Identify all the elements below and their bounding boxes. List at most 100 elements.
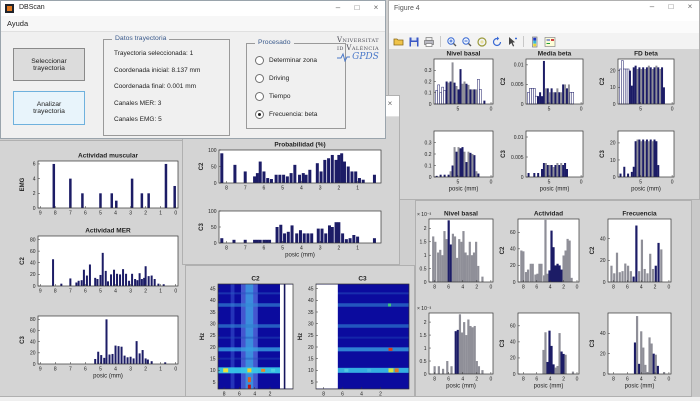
svg-text:6: 6	[447, 377, 450, 383]
radio-icon[interactable]	[255, 74, 264, 83]
close-icon[interactable]: ×	[371, 3, 381, 12]
insert-legend-icon[interactable]	[544, 35, 556, 47]
svg-text:40: 40	[510, 247, 516, 253]
figure4-window: Figure 4 – □ × 00.10.20.350Nivel basal 0…	[388, 0, 700, 200]
seleccionar-trayectoria-button[interactable]: Seleccionar trayectoria	[13, 48, 85, 81]
svg-text:Actividad MER: Actividad MER	[85, 228, 131, 235]
svg-text:0: 0	[174, 367, 177, 373]
radio-frecuencia-beta[interactable]: Frecuencia: beta	[255, 110, 345, 119]
radio-icon[interactable]	[255, 92, 264, 101]
svg-text:0: 0	[613, 102, 616, 108]
minimize-icon[interactable]: –	[647, 2, 657, 11]
svg-text:0: 0	[521, 102, 524, 108]
chart-actividad-c3: 020406086420posic (mm)C3	[518, 313, 579, 374]
svg-text:4: 4	[114, 289, 117, 295]
svg-text:0: 0	[521, 175, 524, 181]
radio-tiempo[interactable]: Tiempo	[255, 92, 345, 101]
svg-text:0: 0	[429, 102, 432, 108]
radio-icon[interactable]	[255, 56, 264, 65]
svg-text:4: 4	[33, 176, 36, 182]
open-icon[interactable]	[393, 35, 405, 47]
svg-text:0: 0	[490, 180, 493, 186]
rotate-3d-icon[interactable]	[491, 35, 503, 47]
svg-text:6: 6	[84, 211, 87, 217]
svg-text:4: 4	[114, 367, 117, 373]
logo-line2: id València	[330, 44, 386, 52]
svg-text:0: 0	[489, 285, 492, 291]
bottom-right-figure-window: 00.511.5286420Nivel basal× 10⁻³ 02040608…	[415, 200, 692, 397]
svg-text:50: 50	[211, 225, 217, 231]
app-menubar: Ayuda	[1, 16, 385, 32]
svg-text:10: 10	[210, 368, 216, 374]
svg-text:60: 60	[510, 324, 516, 330]
pan-icon[interactable]	[476, 35, 488, 47]
maximize-icon[interactable]: □	[666, 2, 676, 11]
svg-text:0.005: 0.005	[511, 155, 524, 161]
app-titlebar[interactable]: DBScan – □ ×	[1, 1, 385, 17]
svg-text:8: 8	[522, 285, 525, 291]
svg-text:35: 35	[308, 310, 314, 316]
svg-text:7: 7	[244, 246, 247, 252]
svg-text:6: 6	[535, 285, 538, 291]
svg-text:20: 20	[30, 272, 36, 278]
svg-text:20: 20	[610, 141, 616, 147]
toolbar-separator	[440, 36, 441, 47]
svg-text:1.5: 1.5	[420, 240, 427, 246]
close-icon[interactable]: ×	[385, 99, 395, 108]
svg-text:C2: C2	[600, 77, 606, 85]
print-icon[interactable]	[423, 35, 435, 47]
svg-text:posic (mm): posic (mm)	[540, 187, 570, 193]
analizar-trayectoria-button[interactable]: Analizar trayectoria	[13, 91, 85, 125]
svg-text:1: 1	[159, 289, 162, 295]
svg-text:1.5: 1.5	[420, 333, 427, 339]
chart-nivel-basal-c2: 00.511.5286420Nivel basal× 10⁻³	[429, 219, 493, 282]
desktop: 02469876543210Actividad muscularEMG 0204…	[0, 0, 700, 401]
svg-text:5: 5	[311, 380, 314, 386]
svg-text:0: 0	[576, 377, 579, 383]
svg-text:30: 30	[308, 321, 314, 327]
svg-text:2: 2	[379, 392, 382, 398]
svg-text:6: 6	[626, 377, 629, 383]
svg-text:0: 0	[576, 285, 579, 291]
svg-text:10: 10	[610, 85, 616, 91]
svg-text:3: 3	[129, 211, 132, 217]
svg-text:3: 3	[129, 289, 132, 295]
chart-actividad-muscular: 02469876543210Actividad muscularEMG	[38, 161, 178, 208]
zoom-out-icon[interactable]	[461, 35, 473, 47]
svg-text:6: 6	[238, 392, 241, 398]
svg-text:C3: C3	[590, 339, 596, 347]
svg-text:40: 40	[308, 298, 314, 304]
svg-text:0.2: 0.2	[425, 152, 432, 158]
chart-f4-nivel-basal-c2: 00.10.20.350Nivel basal	[434, 59, 493, 104]
svg-text:2: 2	[562, 377, 565, 383]
colorbar-icon[interactable]	[529, 35, 541, 47]
maximize-icon[interactable]: □	[352, 3, 362, 12]
minimize-icon[interactable]: –	[333, 3, 343, 12]
svg-text:posic (mm): posic (mm)	[285, 253, 315, 259]
zoom-in-icon[interactable]	[446, 35, 458, 47]
svg-text:0: 0	[214, 241, 217, 247]
svg-text:7: 7	[69, 211, 72, 217]
svg-text:4: 4	[253, 392, 256, 398]
svg-text:8: 8	[612, 377, 615, 383]
close-icon[interactable]: ×	[685, 2, 695, 11]
svg-text:1: 1	[356, 246, 359, 252]
procesado-legend: Procesado	[255, 39, 294, 46]
svg-text:9: 9	[39, 289, 42, 295]
svg-text:15: 15	[210, 356, 216, 362]
svg-text:4: 4	[300, 246, 303, 252]
svg-text:0: 0	[489, 377, 492, 383]
svg-text:C2: C2	[500, 246, 506, 254]
svg-text:8: 8	[54, 289, 57, 295]
radio-driving[interactable]: Driving	[255, 74, 345, 83]
svg-text:8: 8	[433, 285, 436, 291]
figure4-titlebar[interactable]: Figure 4 – □ ×	[389, 1, 699, 22]
save-icon[interactable]	[408, 35, 420, 47]
svg-text:0: 0	[668, 377, 671, 383]
radio-icon[interactable]	[255, 110, 264, 119]
svg-text:4: 4	[461, 285, 464, 291]
svg-text:4: 4	[461, 377, 464, 383]
svg-text:8: 8	[322, 392, 325, 398]
data-cursor-icon[interactable]	[506, 35, 518, 47]
menu-ayuda[interactable]: Ayuda	[7, 19, 28, 28]
